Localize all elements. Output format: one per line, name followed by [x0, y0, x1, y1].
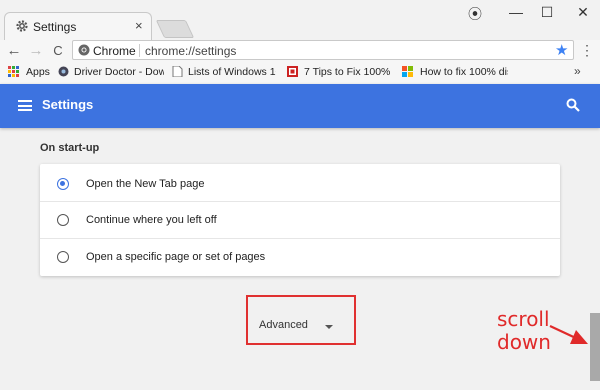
site-label: Chrome	[93, 44, 136, 58]
bookmark-driver-doctor[interactable]: Driver Doctor - Down	[74, 66, 164, 78]
windows-logo-icon	[402, 66, 413, 77]
radio-button[interactable]	[57, 251, 69, 263]
bookmark-star-icon[interactable]: ★	[555, 41, 568, 59]
apps-grid-icon	[8, 66, 19, 77]
advanced-button[interactable]: Advanced	[259, 319, 308, 331]
tab-settings[interactable]: Settings ×	[4, 12, 152, 40]
startup-options-card: Open the New Tab page Continue where you…	[40, 164, 560, 276]
scrollbar-thumb[interactable]	[590, 313, 600, 381]
annotation-line-2: down	[497, 330, 551, 354]
search-icon[interactable]	[566, 98, 580, 112]
option-label: Open the New Tab page	[86, 178, 205, 190]
page-icon	[172, 66, 183, 77]
driver-doctor-icon	[58, 66, 69, 77]
option-label: Continue where you left off	[86, 214, 217, 226]
maximize-button[interactable]: ☐	[532, 4, 562, 21]
bookmark-windows-10[interactable]: Lists of Windows 10 I	[188, 66, 276, 78]
annotation-line-1: scroll	[497, 307, 550, 331]
forward-button[interactable]: →	[26, 40, 46, 62]
browser-menu-icon[interactable]: ⋮	[580, 42, 594, 59]
dropdown-arrow-icon[interactable]	[325, 325, 333, 329]
tab-close-icon[interactable]: ×	[135, 18, 143, 33]
radio-button[interactable]	[57, 214, 69, 226]
omnibox-divider	[139, 44, 140, 57]
radio-button-checked[interactable]	[57, 178, 69, 190]
close-window-button[interactable]: ✕	[568, 4, 598, 21]
chrome-icon	[78, 44, 90, 56]
address-bar[interactable]: Chrome chrome://settings ★	[72, 40, 574, 60]
tab-title: Settings	[33, 20, 77, 34]
reload-button[interactable]: C	[48, 40, 68, 62]
bookmark-7-tips[interactable]: 7 Tips to Fix 100% Di	[304, 66, 392, 78]
hamburger-menu-icon[interactable]	[18, 100, 32, 111]
section-title-startup: On start-up	[40, 142, 100, 154]
startup-option-new-tab[interactable]: Open the New Tab page	[40, 166, 560, 203]
bookmark-fix-100-disk[interactable]: How to fix 100% disk	[420, 66, 508, 78]
account-icon[interactable]: ⦿	[460, 4, 490, 24]
bookmark-apps[interactable]: Apps	[26, 66, 52, 78]
gear-icon	[16, 20, 28, 32]
page-title: Settings	[42, 97, 94, 112]
arrow-icon	[549, 325, 588, 344]
startup-option-continue[interactable]: Continue where you left off	[40, 202, 560, 239]
back-button[interactable]: ←	[4, 40, 24, 62]
option-label: Open a specific page or set of pages	[86, 251, 266, 263]
minimize-button[interactable]: —	[501, 4, 531, 20]
bookmarks-overflow-icon[interactable]: »	[574, 64, 581, 78]
scroll-down-annotation: scroll down	[497, 308, 551, 354]
startup-option-specific-pages[interactable]: Open a specific page or set of pages	[40, 239, 560, 276]
tips-site-icon	[287, 66, 298, 77]
url-text[interactable]: chrome://settings	[145, 44, 236, 58]
